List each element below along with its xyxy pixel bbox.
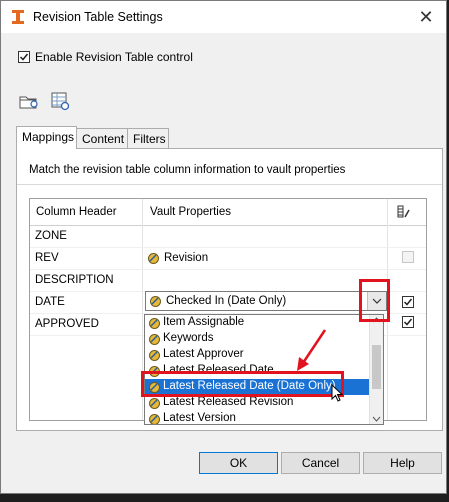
mouse-cursor-icon xyxy=(331,384,344,402)
dropdown-scrollbar[interactable] xyxy=(369,315,383,424)
vault-properties-title: Vault Properties xyxy=(150,206,231,218)
row-header: DESCRIPTION xyxy=(35,274,114,286)
window-title: Revision Table Settings xyxy=(33,10,163,24)
enable-revision-table-label: Enable Revision Table control xyxy=(35,50,193,64)
row-property: Revision xyxy=(164,252,209,264)
row-checkbox[interactable] xyxy=(402,316,414,328)
vault-property-icon xyxy=(149,350,160,361)
help-button[interactable]: Help xyxy=(363,452,442,474)
dropdown-option[interactable]: Item Assignable xyxy=(145,315,369,331)
vault-property-icon xyxy=(149,414,160,424)
table-row[interactable]: ZONE xyxy=(30,225,426,248)
enable-revision-table-checkbox[interactable] xyxy=(18,51,30,63)
row-header: REV xyxy=(35,252,59,264)
dropdown-option[interactable]: Keywords xyxy=(145,331,369,347)
grid-header: Column Header Vault Properties xyxy=(30,199,426,226)
cancel-button[interactable]: Cancel xyxy=(281,452,360,474)
table-row[interactable]: REV Revision xyxy=(30,247,426,270)
scroll-down-icon[interactable] xyxy=(372,416,381,422)
vault-property-icon xyxy=(150,296,161,307)
column-header-title: Column Header xyxy=(36,206,117,218)
tab-mappings[interactable]: Mappings xyxy=(16,126,77,149)
combobox-value: Checked In (Date Only) xyxy=(166,295,287,307)
checkmark-icon xyxy=(403,318,413,326)
annotation-highlight-dropdown-button xyxy=(359,279,390,322)
tab-content[interactable]: Content xyxy=(76,128,128,149)
row-checkbox[interactable] xyxy=(402,296,414,308)
row-header: APPROVED xyxy=(35,318,99,330)
open-folder-icon[interactable] xyxy=(18,90,40,112)
vault-property-icon xyxy=(149,334,160,345)
vault-property-icon xyxy=(149,398,160,409)
dropdown-option[interactable]: Latest Version xyxy=(145,411,369,424)
annotation-arrow-icon xyxy=(297,329,327,371)
close-icon[interactable]: ✕ xyxy=(416,7,436,28)
revision-table-settings-dialog: Revision Table Settings ✕ Enable Revisio… xyxy=(0,0,447,494)
scrollbar-thumb[interactable] xyxy=(372,345,381,389)
title-bar: Revision Table Settings ✕ xyxy=(1,1,446,33)
vault-property-dropdown: Item Assignable Keywords Latest Approver… xyxy=(144,314,384,425)
column-edit-icon[interactable] xyxy=(397,205,411,219)
row-checkbox[interactable] xyxy=(402,251,414,263)
annotation-highlight-selected-option xyxy=(141,371,344,397)
mappings-instruction: Match the revision table column informat… xyxy=(29,164,346,176)
vault-property-icon xyxy=(149,318,160,329)
checkmark-icon xyxy=(19,53,29,61)
ok-button[interactable]: OK xyxy=(199,452,278,474)
vault-property-icon xyxy=(148,253,159,264)
row-header: ZONE xyxy=(35,230,67,242)
checkmark-icon xyxy=(403,298,413,306)
tab-filters[interactable]: Filters xyxy=(127,128,169,149)
divider xyxy=(17,184,442,185)
vault-property-combobox[interactable]: Checked In (Date Only) xyxy=(145,291,387,311)
inventor-app-icon xyxy=(12,10,24,24)
dropdown-option[interactable]: Latest Approver xyxy=(145,347,369,363)
table-settings-icon[interactable] xyxy=(49,90,71,112)
row-header: DATE xyxy=(35,296,65,308)
